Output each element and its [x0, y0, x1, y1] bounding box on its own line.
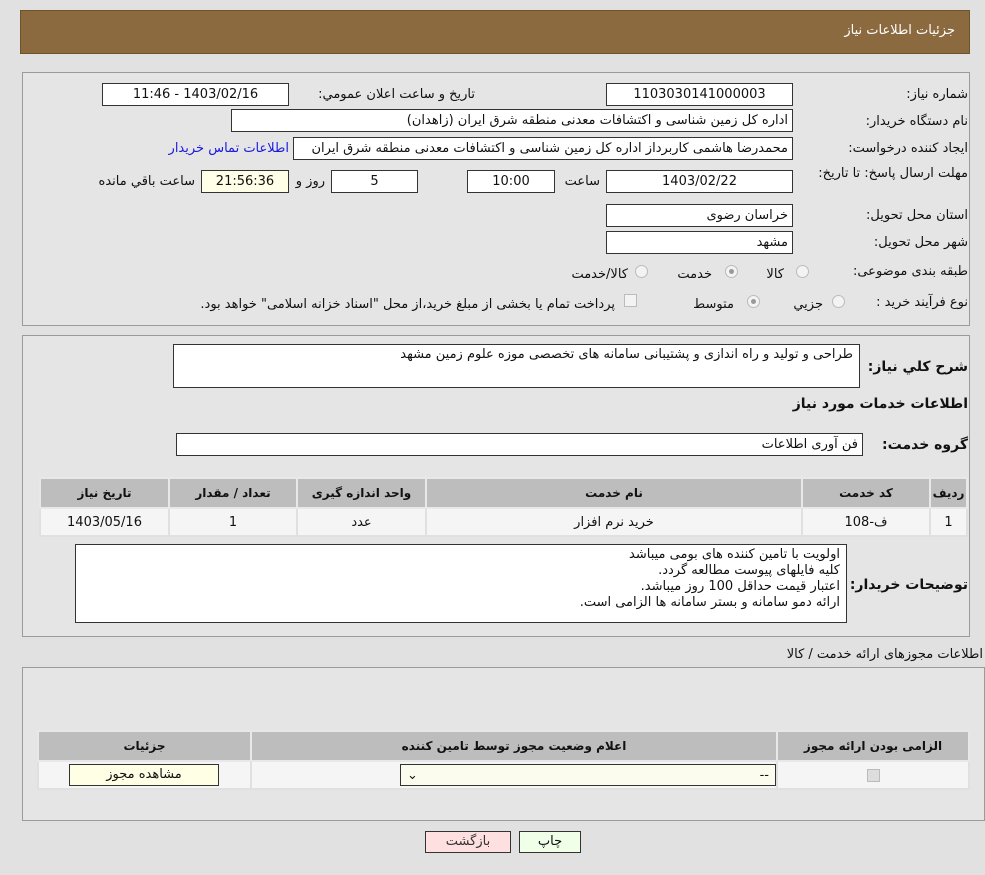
- buyer-org-label: نام دستگاه خریدار:: [865, 114, 968, 129]
- treasury-payment-checkbox[interactable]: [624, 294, 637, 307]
- process-option-medium: متوسط: [693, 297, 734, 312]
- col-status: اعلام وضعیت مجوز توسط تامین کننده: [250, 730, 778, 762]
- time-label: ساعت: [564, 174, 600, 189]
- services-table: ردیف کد خدمت نام خدمت واحد اندازه گیری ت…: [39, 477, 968, 537]
- service-group-field: فن آوری اطلاعات: [176, 433, 863, 456]
- need-number-label: شماره نیاز:: [906, 87, 968, 102]
- page-title: جزئیات اطلاعات نیاز: [844, 23, 955, 38]
- buyer-notes-label: توضیحات خریدار:: [849, 577, 968, 593]
- process-radio-small[interactable]: [832, 295, 845, 308]
- col-date: تاریخ نیاز: [39, 477, 170, 509]
- days-field: 5: [331, 170, 418, 193]
- announce-field: 1403/02/16 - 11:46: [102, 83, 289, 106]
- cell-unit: عدد: [296, 507, 427, 537]
- deadline-time-field: 10:00: [467, 170, 555, 193]
- summary-textarea[interactable]: طراحی و تولید و راه اندازی و پشتیبانی سا…: [173, 344, 860, 388]
- city-field: مشهد: [606, 231, 793, 254]
- need-number-field: 1103030141000003: [606, 83, 793, 106]
- cell-required: [776, 760, 970, 790]
- remaining-label: ساعت باقي مانده: [98, 174, 195, 189]
- back-button[interactable]: بازگشت: [425, 831, 511, 853]
- table-row: -- ⌄ مشاهده مجوز: [37, 760, 970, 790]
- note-line: اولویت با تامین کننده های بومی میباشد: [629, 547, 840, 562]
- announce-label: تاريخ و ساعت اعلان عمومي:: [318, 87, 475, 102]
- category-radio-goods-service[interactable]: [635, 265, 648, 278]
- category-radio-goods[interactable]: [796, 265, 809, 278]
- category-option-goods: کالا: [766, 267, 784, 282]
- creator-field: محمدرضا هاشمی کاربرداز اداره کل زمین شنا…: [293, 137, 793, 160]
- view-permit-button[interactable]: مشاهده مجوز: [69, 764, 219, 786]
- category-label: طبقه بندی موضوعی:: [852, 264, 968, 279]
- chevron-down-icon: ⌄: [407, 767, 418, 783]
- cell-name: خرید نرم افزار: [425, 507, 803, 537]
- print-button[interactable]: چاپ: [519, 831, 581, 853]
- required-checkbox: [866, 768, 880, 782]
- creator-label: ایجاد کننده درخواست:: [848, 141, 968, 156]
- province-label: استان محل تحویل:: [866, 208, 968, 223]
- page-header: جزئیات اطلاعات نیاز: [20, 10, 970, 54]
- note-line: کلیه فایلهای پیوست مطالعه گردد.: [658, 563, 840, 578]
- service-group-label: گروه خدمت:: [882, 437, 968, 453]
- col-required: الزامی بودن ارائه مجوز: [776, 730, 970, 762]
- col-name: نام خدمت: [425, 477, 803, 509]
- buyer-contact-link[interactable]: اطلاعات تماس خریدار: [169, 141, 289, 156]
- city-label: شهر محل تحویل:: [873, 235, 968, 250]
- days-label: روز و: [295, 174, 325, 189]
- permits-title: اطلاعات مجوزهای ارائه خدمت / کالا: [786, 647, 983, 662]
- col-unit: واحد اندازه گیری: [296, 477, 427, 509]
- cell-code: ف-108: [801, 507, 931, 537]
- process-radio-medium[interactable]: [747, 295, 760, 308]
- remaining-time-field: 21:56:36: [201, 170, 289, 193]
- category-option-service: خدمت: [677, 267, 712, 282]
- buyer-org-field: اداره کل زمین شناسی و اکتشافات معدنی منط…: [231, 109, 793, 132]
- deadline-date-field: 1403/02/22: [606, 170, 793, 193]
- buyer-notes-textarea[interactable]: اولویت با تامین کننده های بومی میباشد کل…: [75, 544, 847, 623]
- table-header-row: ردیف کد خدمت نام خدمت واحد اندازه گیری ت…: [39, 477, 968, 509]
- note-line: ارائه دمو سامانه و بستر سامانه ها الزامی…: [579, 595, 840, 610]
- table-row: 1 ف-108 خرید نرم افزار عدد 1 1403/05/16: [39, 507, 968, 537]
- col-code: کد خدمت: [801, 477, 931, 509]
- col-details: جزئیات: [37, 730, 252, 762]
- permits-header-row: الزامی بودن ارائه مجوز اعلام وضعیت مجوز …: [37, 730, 970, 762]
- summary-label: شرح كلي نياز:: [867, 359, 968, 375]
- permits-table: الزامی بودن ارائه مجوز اعلام وضعیت مجوز …: [37, 730, 970, 790]
- province-field: خراسان رضوی: [606, 204, 793, 227]
- permit-status-select[interactable]: -- ⌄: [400, 764, 776, 786]
- deadline-label: مهلت ارسال پاسخ: تا تاریخ:: [818, 166, 968, 181]
- col-qty: تعداد / مقدار: [168, 477, 298, 509]
- process-option-small: جزيي: [793, 297, 823, 312]
- cell-row: 1: [929, 507, 968, 537]
- payment-note: پرداخت تمام یا بخشی از مبلغ خرید،از محل …: [200, 297, 615, 312]
- select-value: --: [759, 767, 769, 783]
- process-label: نوع فرآیند خرید :: [876, 295, 968, 310]
- note-line: اعتبار قیمت حداقل 100 روز میباشد.: [640, 579, 840, 594]
- category-option-goods-service: کالا/خدمت: [571, 267, 628, 282]
- category-radio-service[interactable]: [725, 265, 738, 278]
- cell-status: -- ⌄: [250, 760, 778, 790]
- cell-details: مشاهده مجوز: [37, 760, 252, 790]
- services-title: اطلاعات خدمات مورد نیاز: [792, 396, 968, 412]
- cell-date: 1403/05/16: [39, 507, 170, 537]
- col-row: ردیف: [929, 477, 968, 509]
- cell-qty: 1: [168, 507, 298, 537]
